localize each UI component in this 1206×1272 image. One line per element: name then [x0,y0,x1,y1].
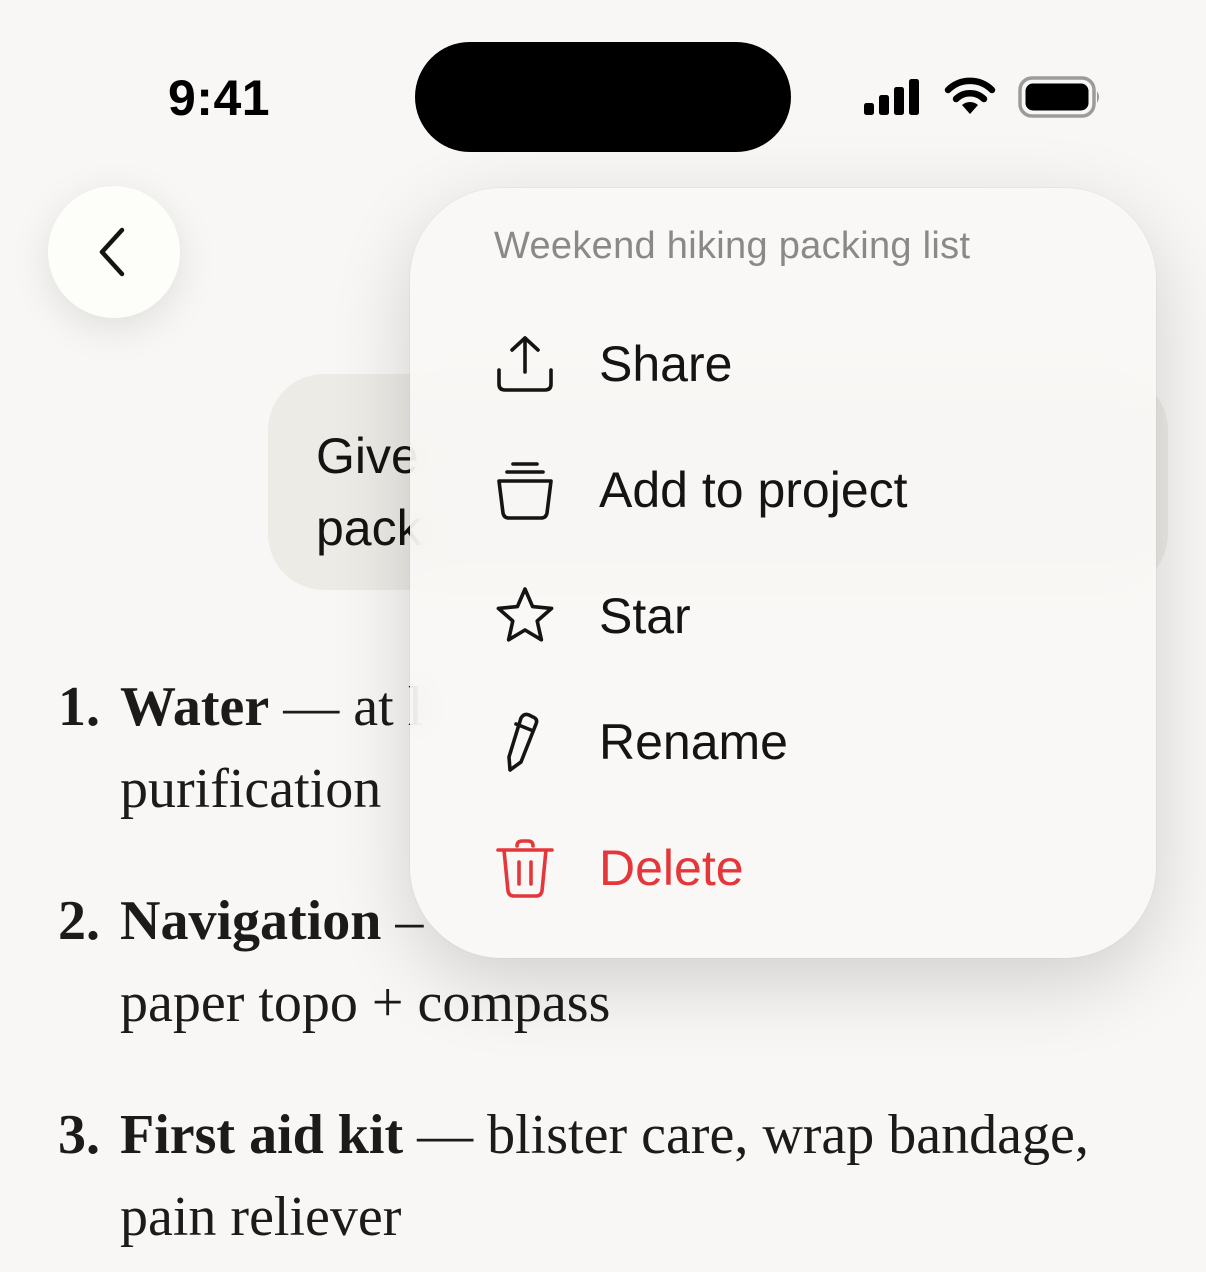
status-time: 9:41 [168,70,271,126]
list-item-title: Water [120,676,270,738]
user-message-text: Give pack [316,428,422,556]
wifi-icon [944,77,996,114]
star-menu-item[interactable]: Star [494,571,1094,661]
trash-icon [493,836,557,900]
context-menu-title: Weekend hiking packing list [494,225,971,267]
context-menu: Weekend hiking packing list Share Add to… [410,188,1156,958]
share-menu-item[interactable]: Share [494,319,1094,409]
rename-menu-item[interactable]: Rename [494,697,1094,787]
add-to-project-menu-item[interactable]: Add to project [494,445,1094,535]
delete-menu-item[interactable]: Delete [494,823,1094,913]
star-label: Star [599,588,691,644]
list-item-separator: — [269,676,354,738]
battery-icon [1018,76,1099,118]
list-item-title: First aid kit [120,1104,404,1166]
list-item-text-continued: purification [120,758,382,820]
project-stack-icon [493,458,557,522]
list-number: 1. [58,676,100,738]
chevron-left-icon [99,227,125,277]
delete-label: Delete [599,840,744,896]
list-item-title: Navigation [120,890,382,952]
list-item-text-continued: paper topo + compass [120,972,611,1034]
list-item: 3. First aid kit — blister care, wrap ba… [58,1094,1148,1258]
dynamic-island [415,42,791,152]
share-label: Share [599,336,733,392]
add-to-project-label: Add to project [599,462,908,518]
share-icon [493,332,557,396]
list-number: 3. [58,1104,100,1166]
back-button[interactable] [48,186,180,318]
list-number: 2. [58,890,100,952]
list-item-separator: — [403,1104,488,1166]
star-icon [493,584,557,648]
cellular-signal-icon [864,79,919,115]
rename-label: Rename [599,714,788,770]
pencil-icon [493,710,557,774]
